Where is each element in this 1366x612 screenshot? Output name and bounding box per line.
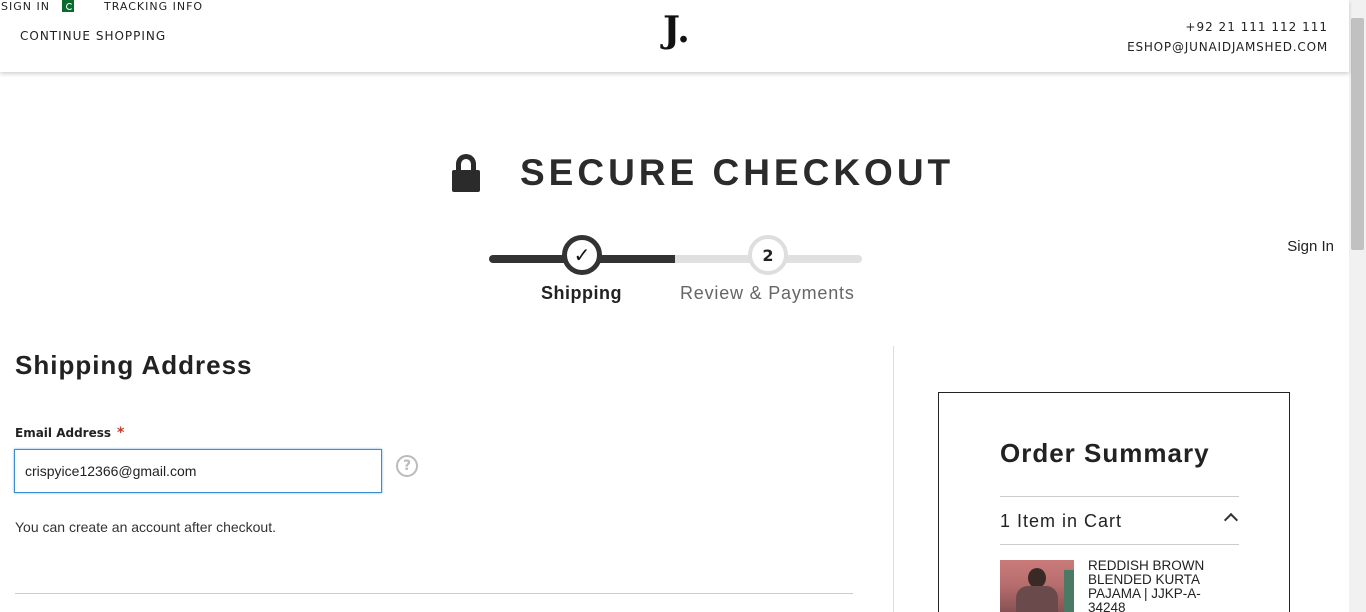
email-label-text: Email Address	[15, 426, 112, 440]
header-sign-in-link[interactable]: SIGN IN	[1, 0, 50, 13]
page-title: SECURE CHECKOUT	[520, 152, 955, 193]
help-icon[interactable]: ?	[396, 455, 418, 477]
checkout-sign-in-link[interactable]: Sign In	[1287, 238, 1334, 255]
chevron-up-icon[interactable]	[1223, 512, 1239, 528]
tracking-info-link[interactable]: TRACKING INFO	[104, 0, 203, 13]
brand-logo[interactable]: J.	[663, 12, 690, 48]
header-email[interactable]: ESHOP@JUNAIDJAMSHED.COM	[1127, 40, 1328, 54]
order-summary-panel: Order Summary 1 Item in Cart REDDISH BRO…	[938, 392, 1290, 612]
page-scrollbar[interactable]	[1349, 0, 1366, 612]
column-divider	[893, 346, 894, 612]
scrollbar-thumb[interactable]	[1351, 18, 1364, 250]
form-divider	[15, 593, 853, 594]
lock-icon	[452, 154, 480, 192]
step-review-marker: 2	[748, 235, 788, 275]
shipping-address-heading: Shipping Address	[15, 350, 253, 380]
email-field[interactable]	[14, 449, 382, 493]
required-marker: *	[117, 425, 125, 441]
step-review-label[interactable]: Review & Payments	[680, 283, 855, 304]
summary-divider	[1000, 496, 1239, 497]
step-shipping-label: Shipping	[541, 283, 622, 303]
product-thumbnail[interactable]	[1000, 560, 1074, 612]
header-phone[interactable]: +92 21 111 112 111	[1185, 20, 1328, 34]
cart-count-toggle[interactable]: 1 Item in Cart	[1000, 511, 1122, 532]
step-shipping-marker: ✓	[562, 235, 602, 275]
email-label: Email Address *	[15, 425, 124, 441]
account-note: You can create an account after checkout…	[15, 519, 276, 535]
checkmark-icon: ✓	[573, 243, 591, 267]
product-name: REDDISH BROWN BLENDED KURTA PAJAMA | JJK…	[1088, 558, 1205, 612]
site-header: SIGN IN TRACKING INFO CONTINUE SHOPPING …	[0, 0, 1349, 72]
summary-divider	[1000, 544, 1239, 545]
pakistan-flag-icon[interactable]	[58, 0, 74, 12]
continue-shopping-link[interactable]: CONTINUE SHOPPING	[20, 29, 166, 43]
checkout-title-row: SECURE CHECKOUT	[452, 152, 954, 194]
order-summary-heading: Order Summary	[1000, 438, 1210, 468]
